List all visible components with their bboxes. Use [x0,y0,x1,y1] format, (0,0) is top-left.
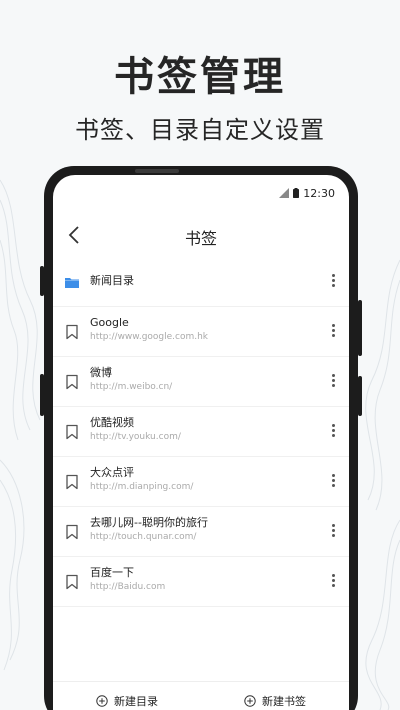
more-options-icon[interactable] [331,524,335,540]
more-options-icon[interactable] [331,574,335,590]
bookmark-row[interactable]: 大众点评 http://m.dianping.com/ [53,457,349,507]
more-options-icon[interactable] [331,474,335,490]
signal-icon [279,188,290,198]
list-item-title: 百度一下 [90,566,134,579]
phone-side-button [40,374,44,416]
list-item-url: http://www.google.com.hk [90,332,209,342]
bookmark-row[interactable]: 去哪儿网--聪明你的旅行 http://touch.qunar.com/ [53,507,349,557]
promo-headline: 书签管理 [114,54,286,100]
bookmark-row[interactable]: 百度一下 http://Baidu.com [53,557,349,607]
phone-screen: 12:30 书签 新闻目录 Google http://www.google.c… [53,175,349,710]
more-options-icon[interactable] [331,374,335,390]
list-item-title: 优酷视频 [90,416,134,429]
list-item-title: 大众点评 [90,466,134,479]
list-item-title: 微博 [90,366,112,379]
list-item-title: Google [90,316,129,329]
status-time: 12:30 [303,186,335,200]
folder-row-news[interactable]: 新闻目录 [53,257,349,307]
phone-speaker [135,169,179,173]
phone-frame: 12:30 书签 新闻目录 Google http://www.google.c… [44,166,358,710]
more-options-icon[interactable] [331,274,335,290]
bookmark-icon [66,424,78,440]
bookmark-row[interactable]: Google http://www.google.com.hk [53,307,349,357]
bottom-action-bar: 新建目录 新建书签 [53,681,349,710]
new-bookmark-button[interactable]: 新建书签 [201,682,349,710]
phone-side-button [358,376,362,416]
bookmark-list: 新闻目录 Google http://www.google.com.hk 微博 … [53,257,349,607]
bookmark-icon [66,574,78,590]
bookmark-icon [66,524,78,540]
list-item-title: 去哪儿网--聪明你的旅行 [90,516,208,529]
battery-icon [293,188,300,198]
nav-bar: 书签 [53,215,349,255]
new-folder-label: 新建目录 [114,694,158,708]
list-item-url: http://tv.youku.com/ [90,432,181,442]
more-options-icon[interactable] [331,424,335,440]
list-item-title: 新闻目录 [90,274,134,287]
phone-side-button [358,300,362,356]
list-item-url: http://m.dianping.com/ [90,482,194,492]
bookmark-icon [66,324,78,340]
promo-subline: 书签、目录自定义设置 [75,116,325,144]
bookmark-icon [66,474,78,490]
bookmark-row[interactable]: 优酷视频 http://tv.youku.com/ [53,407,349,457]
more-options-icon[interactable] [331,324,335,340]
new-bookmark-label: 新建书签 [262,694,306,708]
new-folder-button[interactable]: 新建目录 [53,682,201,710]
bookmark-icon [66,374,78,390]
add-circle-icon [96,694,108,707]
phone-side-button [40,266,44,296]
list-item-url: http://touch.qunar.com/ [90,532,197,542]
add-circle-icon [244,694,256,707]
folder-icon [65,278,79,288]
bookmark-row[interactable]: 微博 http://m.weibo.cn/ [53,357,349,407]
page-title: 书签 [184,229,217,248]
list-item-url: http://m.weibo.cn/ [90,382,173,392]
list-item-url: http://Baidu.com [90,582,166,592]
status-bar: 12:30 [279,185,335,201]
